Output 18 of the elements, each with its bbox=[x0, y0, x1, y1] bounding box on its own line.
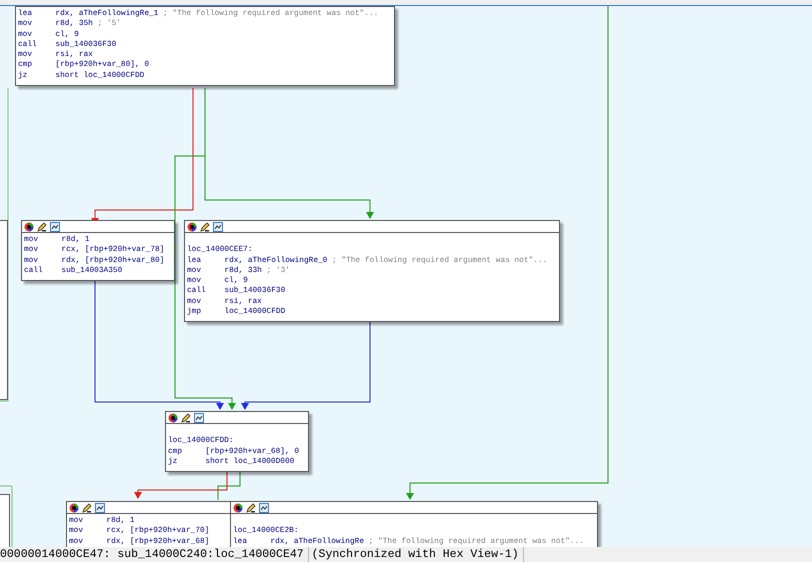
graph-icon[interactable] bbox=[194, 412, 204, 422]
graph-icon[interactable] bbox=[213, 222, 223, 232]
graph-icon[interactable] bbox=[50, 222, 60, 232]
pencil-icon[interactable] bbox=[181, 412, 191, 422]
flow-line bbox=[218, 470, 240, 500]
sync-status: (Synchronized with Hex View-1) bbox=[308, 547, 524, 562]
color-wheel-icon[interactable] bbox=[69, 502, 79, 512]
pencil-icon[interactable] bbox=[37, 222, 47, 232]
color-wheel-icon[interactable] bbox=[233, 502, 243, 512]
color-wheel-icon[interactable] bbox=[24, 222, 34, 232]
address-text: 00000014000CE47: sub_14000C240:loc_14000CE47 bbox=[0, 547, 309, 562]
color-wheel-icon[interactable] bbox=[168, 412, 178, 422]
pencil-icon[interactable] bbox=[246, 502, 256, 512]
graph-icon[interactable] bbox=[95, 502, 105, 512]
pencil-icon[interactable] bbox=[200, 222, 210, 232]
graph-icon[interactable] bbox=[259, 502, 269, 512]
color-wheel-icon[interactable] bbox=[187, 222, 197, 232]
pencil-icon[interactable] bbox=[82, 502, 92, 512]
